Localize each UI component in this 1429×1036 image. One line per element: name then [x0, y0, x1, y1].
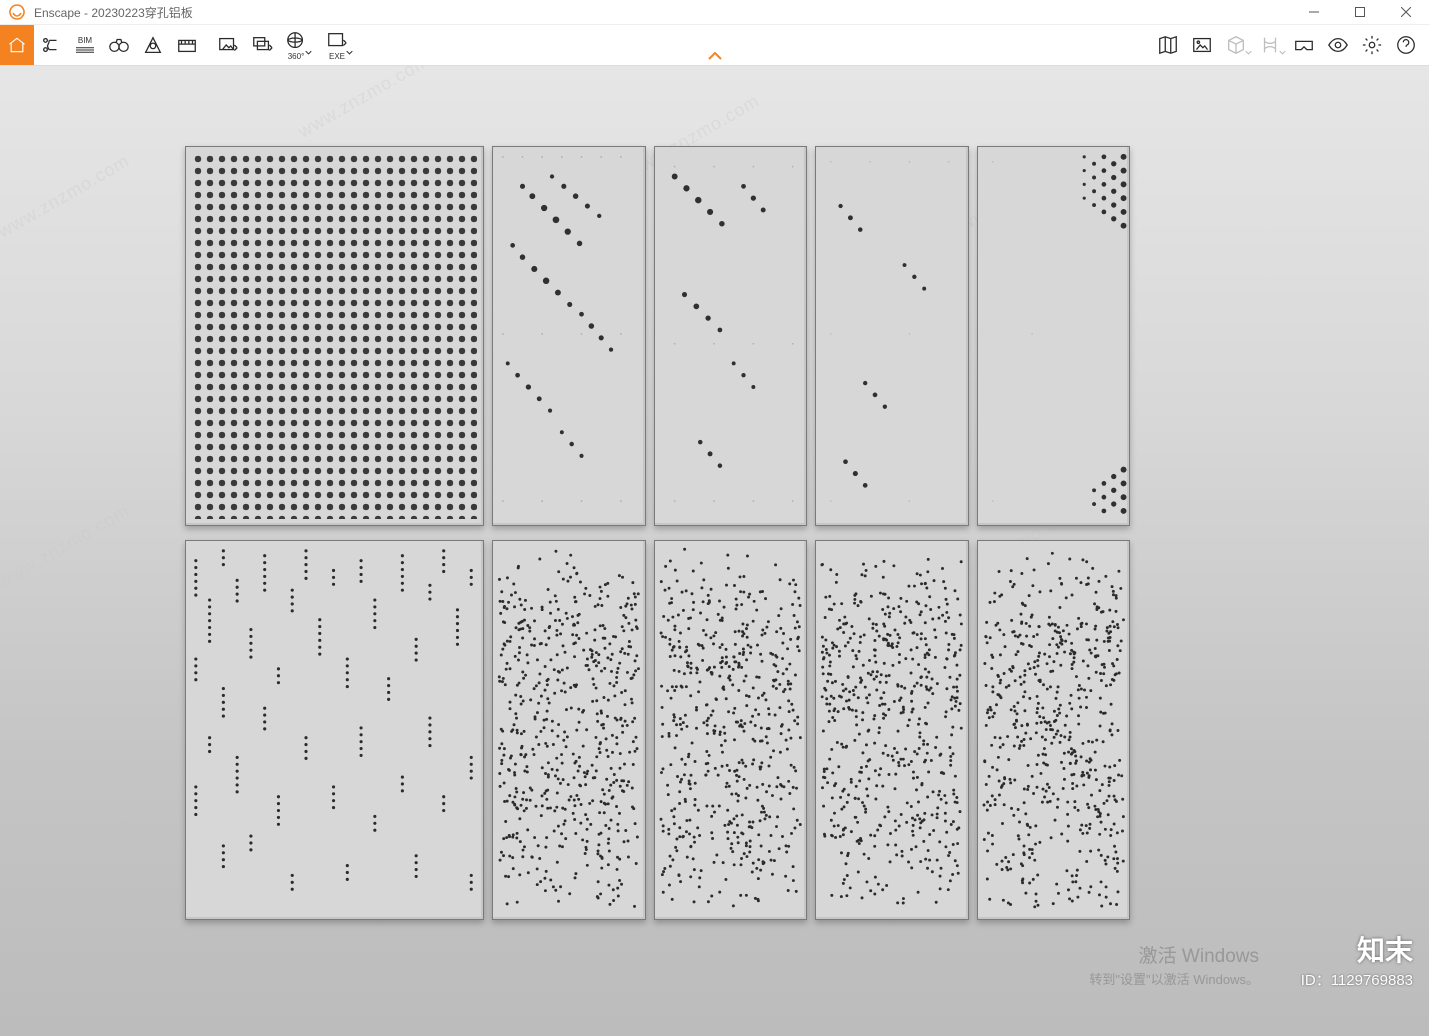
perforated-panel [815, 540, 968, 920]
binoculars-button[interactable] [102, 25, 136, 65]
home-button[interactable] [0, 25, 34, 65]
maximize-button[interactable] [1337, 0, 1383, 24]
asset-library-button[interactable] [1185, 25, 1219, 65]
panel-row [185, 540, 1130, 920]
views-button[interactable] [34, 25, 68, 65]
halftone-pattern-icon [978, 147, 1129, 519]
perforated-panel [654, 540, 807, 920]
panorama-label: 360° [288, 53, 305, 61]
halftone-pattern-icon [493, 147, 644, 519]
scatter-pattern-icon [816, 541, 967, 913]
render-viewport[interactable]: www.znzmo.com www.znzmo.com www.znzmo.co… [0, 66, 1429, 1036]
watermark-text: www.znzmo.com [0, 500, 133, 592]
activation-watermark-sub: 转到"设置"以激活 Windows。 [1089, 969, 1259, 988]
panel-stage [185, 146, 1130, 920]
panel-row [185, 146, 1130, 526]
cube-view-button[interactable] [1219, 25, 1253, 65]
help-button[interactable] [1389, 25, 1423, 65]
source-brand: 知末 ID：1129769883 [1301, 929, 1413, 990]
vr-headset-button[interactable] [1287, 25, 1321, 65]
collapse-toolbar-icon[interactable] [707, 48, 723, 66]
scatter-pattern-icon [655, 541, 806, 913]
batch-render-button[interactable] [245, 25, 279, 65]
watermark-text: www.znzmo.com [295, 66, 434, 143]
collaboration-button[interactable] [1253, 25, 1287, 65]
app-logo-icon [6, 1, 28, 23]
panorama-button[interactable]: 360° [279, 25, 313, 65]
halftone-pattern-icon [655, 147, 806, 519]
chevron-down-icon [305, 43, 312, 61]
window-title: Enscape - 20230223穿孔铝板 [34, 4, 193, 21]
chevron-down-icon [1279, 43, 1286, 61]
scatter-pattern-icon [978, 541, 1129, 913]
toolbar: BIM 360° EXE [0, 25, 1429, 66]
chevron-down-icon [1245, 43, 1252, 61]
rain-pattern-icon [186, 541, 483, 913]
perforated-panel [815, 146, 968, 526]
perspective-button[interactable] [136, 25, 170, 65]
exe-label: EXE [329, 53, 345, 61]
title-bar: Enscape - 20230223穿孔铝板 [0, 0, 1429, 25]
export-exe-button[interactable]: EXE [320, 25, 354, 65]
perforated-panel [977, 540, 1130, 920]
perforated-panel [977, 146, 1130, 526]
perforated-panel [185, 146, 484, 526]
bim-label: BIM [78, 37, 92, 45]
map-button[interactable] [1151, 25, 1185, 65]
visual-settings-button[interactable] [1321, 25, 1355, 65]
screenshot-button[interactable] [211, 25, 245, 65]
chevron-down-icon [346, 43, 353, 61]
brand-id-text: ID：1129769883 [1301, 969, 1413, 990]
brand-logo-text: 知末 [1301, 929, 1413, 969]
perforated-panel [654, 146, 807, 526]
perforated-panel [492, 146, 645, 526]
close-button[interactable] [1383, 0, 1429, 24]
perforated-panel [492, 540, 645, 920]
video-button[interactable] [170, 25, 204, 65]
general-settings-button[interactable] [1355, 25, 1389, 65]
perforated-panel [185, 540, 484, 920]
bim-mode-button[interactable]: BIM [68, 25, 102, 65]
halftone-pattern-icon [816, 147, 967, 519]
scatter-pattern-icon [493, 541, 644, 913]
activation-watermark: 激活 Windows [1139, 941, 1259, 968]
watermark-text: www.znzmo.com [0, 150, 133, 242]
minimize-button[interactable] [1291, 0, 1337, 24]
